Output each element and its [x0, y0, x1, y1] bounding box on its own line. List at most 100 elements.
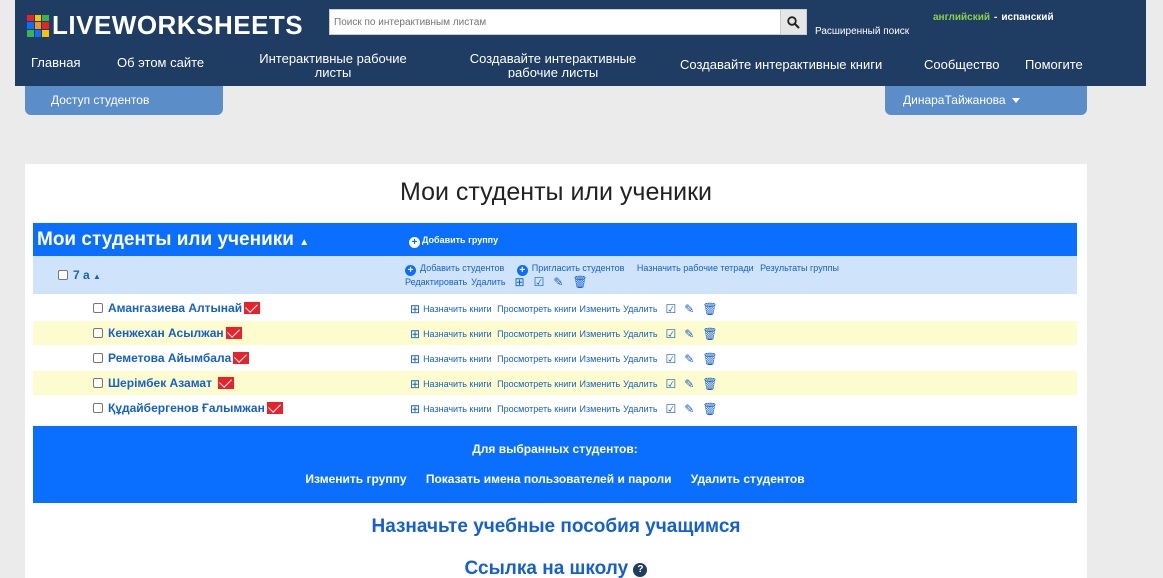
assign-books-icon: ⊞ [410, 377, 421, 391]
section-title[interactable]: Мои студенты или ученики ▲ [37, 229, 309, 251]
lang-separator: - [994, 12, 998, 23]
group-row: 7 а ▲ + Добавить студентов + Пригласить ст… [33, 256, 1077, 294]
trash-icon[interactable]: 🗑 [572, 276, 587, 289]
add-group-link[interactable]: + Добавить группу [409, 235, 498, 248]
assign-workbooks-link[interactable]: Назначить рабочие тетради [637, 263, 754, 273]
student-name: Кенжехан Асылжан [93, 326, 242, 340]
plus-circle-icon: + [405, 265, 416, 276]
edit-student-link[interactable]: Изменить [580, 379, 621, 389]
delete-student-link[interactable]: Удалить [623, 329, 657, 339]
trash-icon[interactable]: 🗑 [702, 352, 717, 366]
group-results-link[interactable]: Результаты группы [760, 263, 839, 273]
assign-books-link[interactable]: Назначить книги [423, 329, 492, 339]
lang-spanish-link[interactable]: испанский [1001, 12, 1053, 23]
search-button[interactable] [780, 10, 806, 34]
nav-interactive-worksheets[interactable]: Интерактивные рабочие листы [247, 52, 419, 78]
assign-books-link[interactable]: Назначить книги [423, 304, 492, 314]
edit-icon[interactable]: ✎ [684, 302, 694, 316]
search-input[interactable] [330, 10, 780, 34]
site-logo[interactable]: LIVEWORKSHEETS [27, 10, 303, 41]
student-name: Шерімбек Азамат [93, 376, 234, 390]
edit-student-link[interactable]: Изменить [580, 329, 621, 339]
show-credentials-button[interactable]: Показать имена пользователей и пароли [426, 472, 672, 486]
plus-circle-icon: + [409, 237, 420, 248]
edit-group-link[interactable]: Редактировать [405, 277, 467, 287]
delete-students-button[interactable]: Удалить студентов [691, 472, 805, 486]
edit-student-link[interactable]: Изменить [580, 404, 621, 414]
group-name[interactable]: 7 а ▲ [58, 268, 101, 282]
trash-icon[interactable]: 🗑 [702, 327, 717, 341]
check-square-icon[interactable]: ☑ [666, 402, 677, 416]
edit-student-link[interactable]: Изменить [580, 354, 621, 364]
view-books-link[interactable]: Просмотреть книги [497, 404, 576, 414]
change-group-button[interactable]: Изменить группу [305, 472, 406, 486]
question-circle-icon[interactable]: ? [633, 563, 648, 577]
selected-students-bar: Для выбранных студентов: Изменить группу… [33, 426, 1077, 503]
edit-student-link[interactable]: Изменить [580, 304, 621, 314]
student-name: Құдайбергенов Ғалымжан [93, 401, 283, 415]
user-menu[interactable]: ДинараТайжанова [885, 86, 1087, 115]
add-students-link[interactable]: + Добавить студентов [405, 263, 508, 276]
edit-icon[interactable]: ✎ [684, 352, 694, 366]
check-square-icon[interactable]: ☑ [666, 352, 677, 366]
mail-icon[interactable] [244, 302, 261, 314]
group-checkbox[interactable] [58, 270, 68, 280]
delete-student-link[interactable]: Удалить [623, 379, 657, 389]
trash-icon[interactable]: 🗑 [702, 302, 717, 316]
student-access-tab[interactable]: Доступ студентов [25, 86, 223, 115]
trash-icon[interactable]: 🗑 [702, 402, 717, 416]
nav-create-worksheets[interactable]: Создавайте интерактивные рабочие листы [453, 52, 653, 78]
sort-up-icon: ▲ [299, 237, 310, 248]
student-checkbox[interactable] [93, 378, 103, 388]
delete-student-link[interactable]: Удалить [623, 304, 657, 314]
student-checkbox[interactable] [93, 303, 103, 313]
nav-help[interactable]: Помогите [1025, 58, 1083, 72]
edit-icon[interactable]: ✎ [684, 327, 694, 341]
student-row: Шерімбек Азамат ⊞ Назначить книги Просмот… [33, 371, 1077, 395]
assign-books-link[interactable]: Назначить книги [423, 354, 492, 364]
edit-icon[interactable]: ✎ [684, 402, 694, 416]
trash-icon[interactable]: 🗑 [702, 377, 717, 391]
edit-icon[interactable]: ✎ [684, 377, 694, 391]
student-checkbox[interactable] [93, 403, 103, 413]
delete-group-link[interactable]: Удалить [471, 277, 505, 287]
nav-community[interactable]: Сообщество [924, 58, 1000, 72]
student-actions: ⊞ Назначить книги Просмотреть книги Измени… [405, 352, 721, 366]
mail-icon[interactable] [266, 402, 283, 414]
nav-about[interactable]: Об этом сайте [117, 56, 204, 70]
check-square-icon[interactable]: ☑ [666, 377, 677, 391]
student-actions: ⊞ Назначить книги Просмотреть книги Измени… [405, 402, 721, 416]
group-actions: + Добавить студентов + Пригласить студенто… [405, 262, 1045, 289]
student-actions: ⊞ Назначить книги Просмотреть книги Измени… [405, 377, 721, 391]
student-row: Амангазиева Алтынай ⊞ Назначить книги Про… [33, 296, 1077, 320]
assign-books-icon[interactable]: ⊞ [515, 276, 525, 289]
assign-books-icon: ⊞ [410, 327, 421, 341]
assign-books-icon: ⊞ [410, 352, 421, 366]
delete-student-link[interactable]: Удалить [623, 404, 657, 414]
mail-icon[interactable] [233, 352, 250, 364]
edit-icon[interactable]: ✎ [553, 276, 563, 289]
view-books-link[interactable]: Просмотреть книги [497, 379, 576, 389]
view-books-link[interactable]: Просмотреть книги [497, 304, 576, 314]
check-square-icon[interactable]: ☑ [534, 276, 545, 289]
check-square-icon[interactable]: ☑ [666, 302, 677, 316]
mail-icon[interactable] [225, 327, 242, 339]
user-name: ДинараТайжанова [903, 93, 1006, 107]
selected-students-actions: Изменить группу Показать имена пользоват… [33, 472, 1077, 486]
student-checkbox[interactable] [93, 353, 103, 363]
student-actions: ⊞ Назначить книги Просмотреть книги Измени… [405, 302, 721, 316]
lang-english-link[interactable]: английский [933, 12, 990, 23]
student-access-label: Доступ студентов [51, 93, 150, 107]
assign-books-link[interactable]: Назначить книги [423, 379, 492, 389]
student-checkbox[interactable] [93, 328, 103, 338]
nav-home[interactable]: Главная [31, 56, 80, 70]
delete-student-link[interactable]: Удалить [623, 354, 657, 364]
assign-books-link[interactable]: Назначить книги [423, 404, 492, 414]
check-square-icon[interactable]: ☑ [666, 327, 677, 341]
advanced-search-link[interactable]: Расширенный поиск [815, 26, 909, 37]
invite-students-link[interactable]: + Пригласить студентов [516, 263, 629, 276]
view-books-link[interactable]: Просмотреть книги [497, 329, 576, 339]
nav-create-books[interactable]: Создавайте интерактивные книги [680, 58, 882, 72]
view-books-link[interactable]: Просмотреть книги [497, 354, 576, 364]
mail-icon[interactable] [217, 377, 234, 389]
